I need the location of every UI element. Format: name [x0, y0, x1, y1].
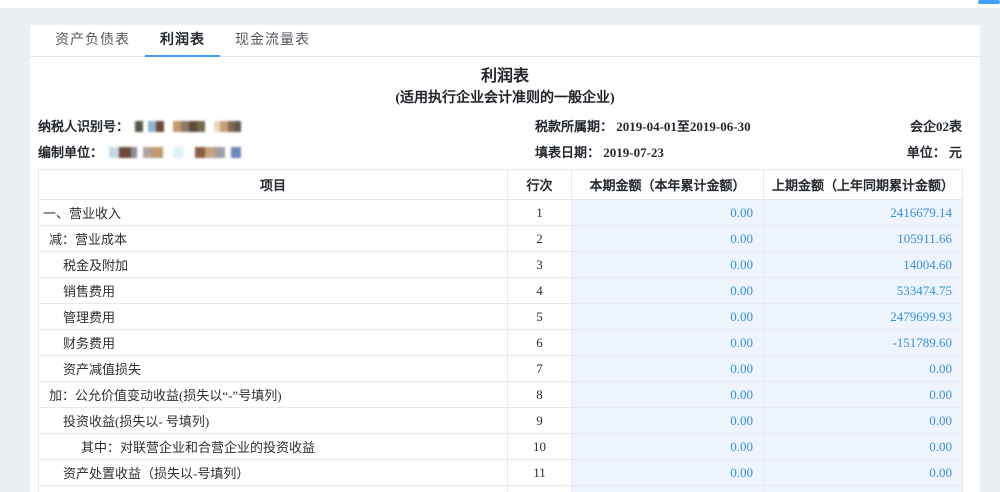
table-row: 加：公允价值变动收益(损失以“-”号填列)80.000.00 — [39, 382, 963, 408]
current-amount-cell: 0.00 — [572, 252, 764, 278]
current-amount-cell: 0.00 — [572, 330, 764, 356]
table-row: 其中：对联营企业和合营企业的投资收益100.000.00 — [39, 434, 963, 460]
redacted-taxpayer-id — [135, 121, 241, 132]
item-cell: 销售费用 — [39, 278, 508, 304]
col-header-current-amount: 本期金额（本年累计金额） — [572, 170, 764, 200]
prior-amount-cell: 0.00 — [764, 356, 963, 382]
fill-date-label: 填表日期： — [535, 145, 600, 160]
prior-amount-cell: 0.00 — [764, 408, 963, 434]
current-amount-cell: 0.00 — [572, 278, 764, 304]
table-row: 资产处置收益（损失以-号填列）110.000.00 — [39, 460, 963, 486]
income-statement-table-wrap: 项目 行次 本期金额（本年累计金额） 上期金额（上年同期累计金额） 一、营业收入… — [30, 169, 980, 492]
income-statement-table: 项目 行次 本期金额（本年累计金额） 上期金额（上年同期累计金额） 一、营业收入… — [38, 169, 963, 492]
current-amount-cell: 0.00 — [572, 226, 764, 252]
table-row: 资产减值损失70.000.00 — [39, 356, 963, 382]
item-cell: 一、营业收入 — [39, 200, 508, 226]
current-amount-cell: 0.00 — [572, 356, 764, 382]
item-cell: 其中：对联营企业和合营企业的投资收益 — [39, 434, 508, 460]
report-card: 资产负债表 利润表 现金流量表 利润表 (适用执行企业会计准则的一般企业) 纳税… — [30, 25, 980, 492]
tab-income-statement[interactable]: 利润表 — [145, 25, 220, 56]
prior-amount-cell: 0.00 — [764, 486, 963, 492]
line-no-cell: 6 — [508, 330, 572, 356]
table-row: 税金及附加30.0014004.60 — [39, 252, 963, 278]
table-row: 销售费用40.00533474.75 — [39, 278, 963, 304]
item-cell: 投资收益(损失以- 号填列) — [39, 408, 508, 434]
table-row: 一、营业收入10.002416679.14 — [39, 200, 963, 226]
item-cell: 资产减值损失 — [39, 356, 508, 382]
tax-period-value: 2019-04-01至2019-06-30 — [616, 119, 750, 134]
report-meta: 纳税人识别号： 税款所属期： 2019-04-01至2019-06-30 会企0… — [30, 114, 980, 166]
col-header-prior-amount: 上期金额（上年同期累计金额） — [764, 170, 963, 200]
current-amount-cell: 0.00 — [572, 304, 764, 330]
current-amount-cell: 0.00 — [572, 486, 764, 492]
col-header-line-no: 行次 — [508, 170, 572, 200]
table-row: 减：营业成本20.00105911.66 — [39, 226, 963, 252]
tab-bar: 资产负债表 利润表 现金流量表 — [30, 25, 980, 57]
meta-row-2: 编制单位： 填表日期： 2019-07-23 单位： 元 — [38, 140, 962, 166]
unit-text: 单位： 元 — [907, 140, 962, 166]
meta-row-1: 纳税人识别号： 税款所属期： 2019-04-01至2019-06-30 会企0… — [38, 114, 962, 140]
tax-period-label: 税款所属期： — [535, 119, 613, 134]
table-header-row: 项目 行次 本期金额（本年累计金额） 上期金额（上年同期累计金额） — [39, 170, 963, 200]
current-amount-cell: 0.00 — [572, 382, 764, 408]
report-title: 利润表 — [30, 66, 980, 88]
item-cell: 加：公允价值变动收益(损失以“-”号填列) — [39, 382, 508, 408]
redacted-prepared-by — [109, 147, 241, 158]
prior-amount-cell: 105911.66 — [764, 226, 963, 252]
line-no-cell: 3 — [508, 252, 572, 278]
line-no-cell: 1 — [508, 200, 572, 226]
item-cell: 税金及附加 — [39, 252, 508, 278]
prior-amount-cell: 0.00 — [764, 382, 963, 408]
line-no-cell: 10 — [508, 434, 572, 460]
current-amount-cell: 0.00 — [572, 434, 764, 460]
table-row: 其他收益120.000.00 — [39, 486, 963, 492]
table-row: 财务费用60.00-151789.60 — [39, 330, 963, 356]
line-no-cell: 9 — [508, 408, 572, 434]
fill-date-value: 2019-07-23 — [603, 145, 664, 160]
table-row: 投资收益(损失以- 号填列)90.000.00 — [39, 408, 963, 434]
line-no-cell: 2 — [508, 226, 572, 252]
item-cell: 减：营业成本 — [39, 226, 508, 252]
prior-amount-cell: 0.00 — [764, 434, 963, 460]
table-row: 管理费用50.002479699.93 — [39, 304, 963, 330]
prior-amount-cell: 2416679.14 — [764, 200, 963, 226]
form-code: 会企02表 — [910, 114, 962, 140]
item-cell: 财务费用 — [39, 330, 508, 356]
report-subtitle: (适用执行企业会计准则的一般企业) — [30, 88, 980, 110]
line-no-cell: 8 — [508, 382, 572, 408]
item-cell: 管理费用 — [39, 304, 508, 330]
current-amount-cell: 0.00 — [572, 408, 764, 434]
horizontal-scrollbar-thumb[interactable] — [978, 0, 1000, 4]
line-no-cell: 5 — [508, 304, 572, 330]
prior-amount-cell: 0.00 — [764, 460, 963, 486]
tab-balance-sheet[interactable]: 资产负债表 — [40, 25, 145, 56]
line-no-cell: 12 — [508, 486, 572, 492]
taxpayer-id-label: 纳税人识别号： — [38, 119, 129, 134]
current-amount-cell: 0.00 — [572, 460, 764, 486]
item-cell: 资产处置收益（损失以-号填列） — [39, 460, 508, 486]
line-no-cell: 4 — [508, 278, 572, 304]
item-cell: 其他收益 — [39, 486, 508, 492]
prior-amount-cell: 2479699.93 — [764, 304, 963, 330]
prior-amount-cell: 14004.60 — [764, 252, 963, 278]
prepared-by-label: 编制单位： — [38, 145, 103, 160]
line-no-cell: 11 — [508, 460, 572, 486]
prior-amount-cell: 533474.75 — [764, 278, 963, 304]
col-header-item: 项目 — [39, 170, 508, 200]
prior-amount-cell: -151789.60 — [764, 330, 963, 356]
current-amount-cell: 0.00 — [572, 200, 764, 226]
top-strip — [0, 0, 1000, 8]
line-no-cell: 7 — [508, 356, 572, 382]
tab-cash-flow[interactable]: 现金流量表 — [220, 25, 325, 56]
